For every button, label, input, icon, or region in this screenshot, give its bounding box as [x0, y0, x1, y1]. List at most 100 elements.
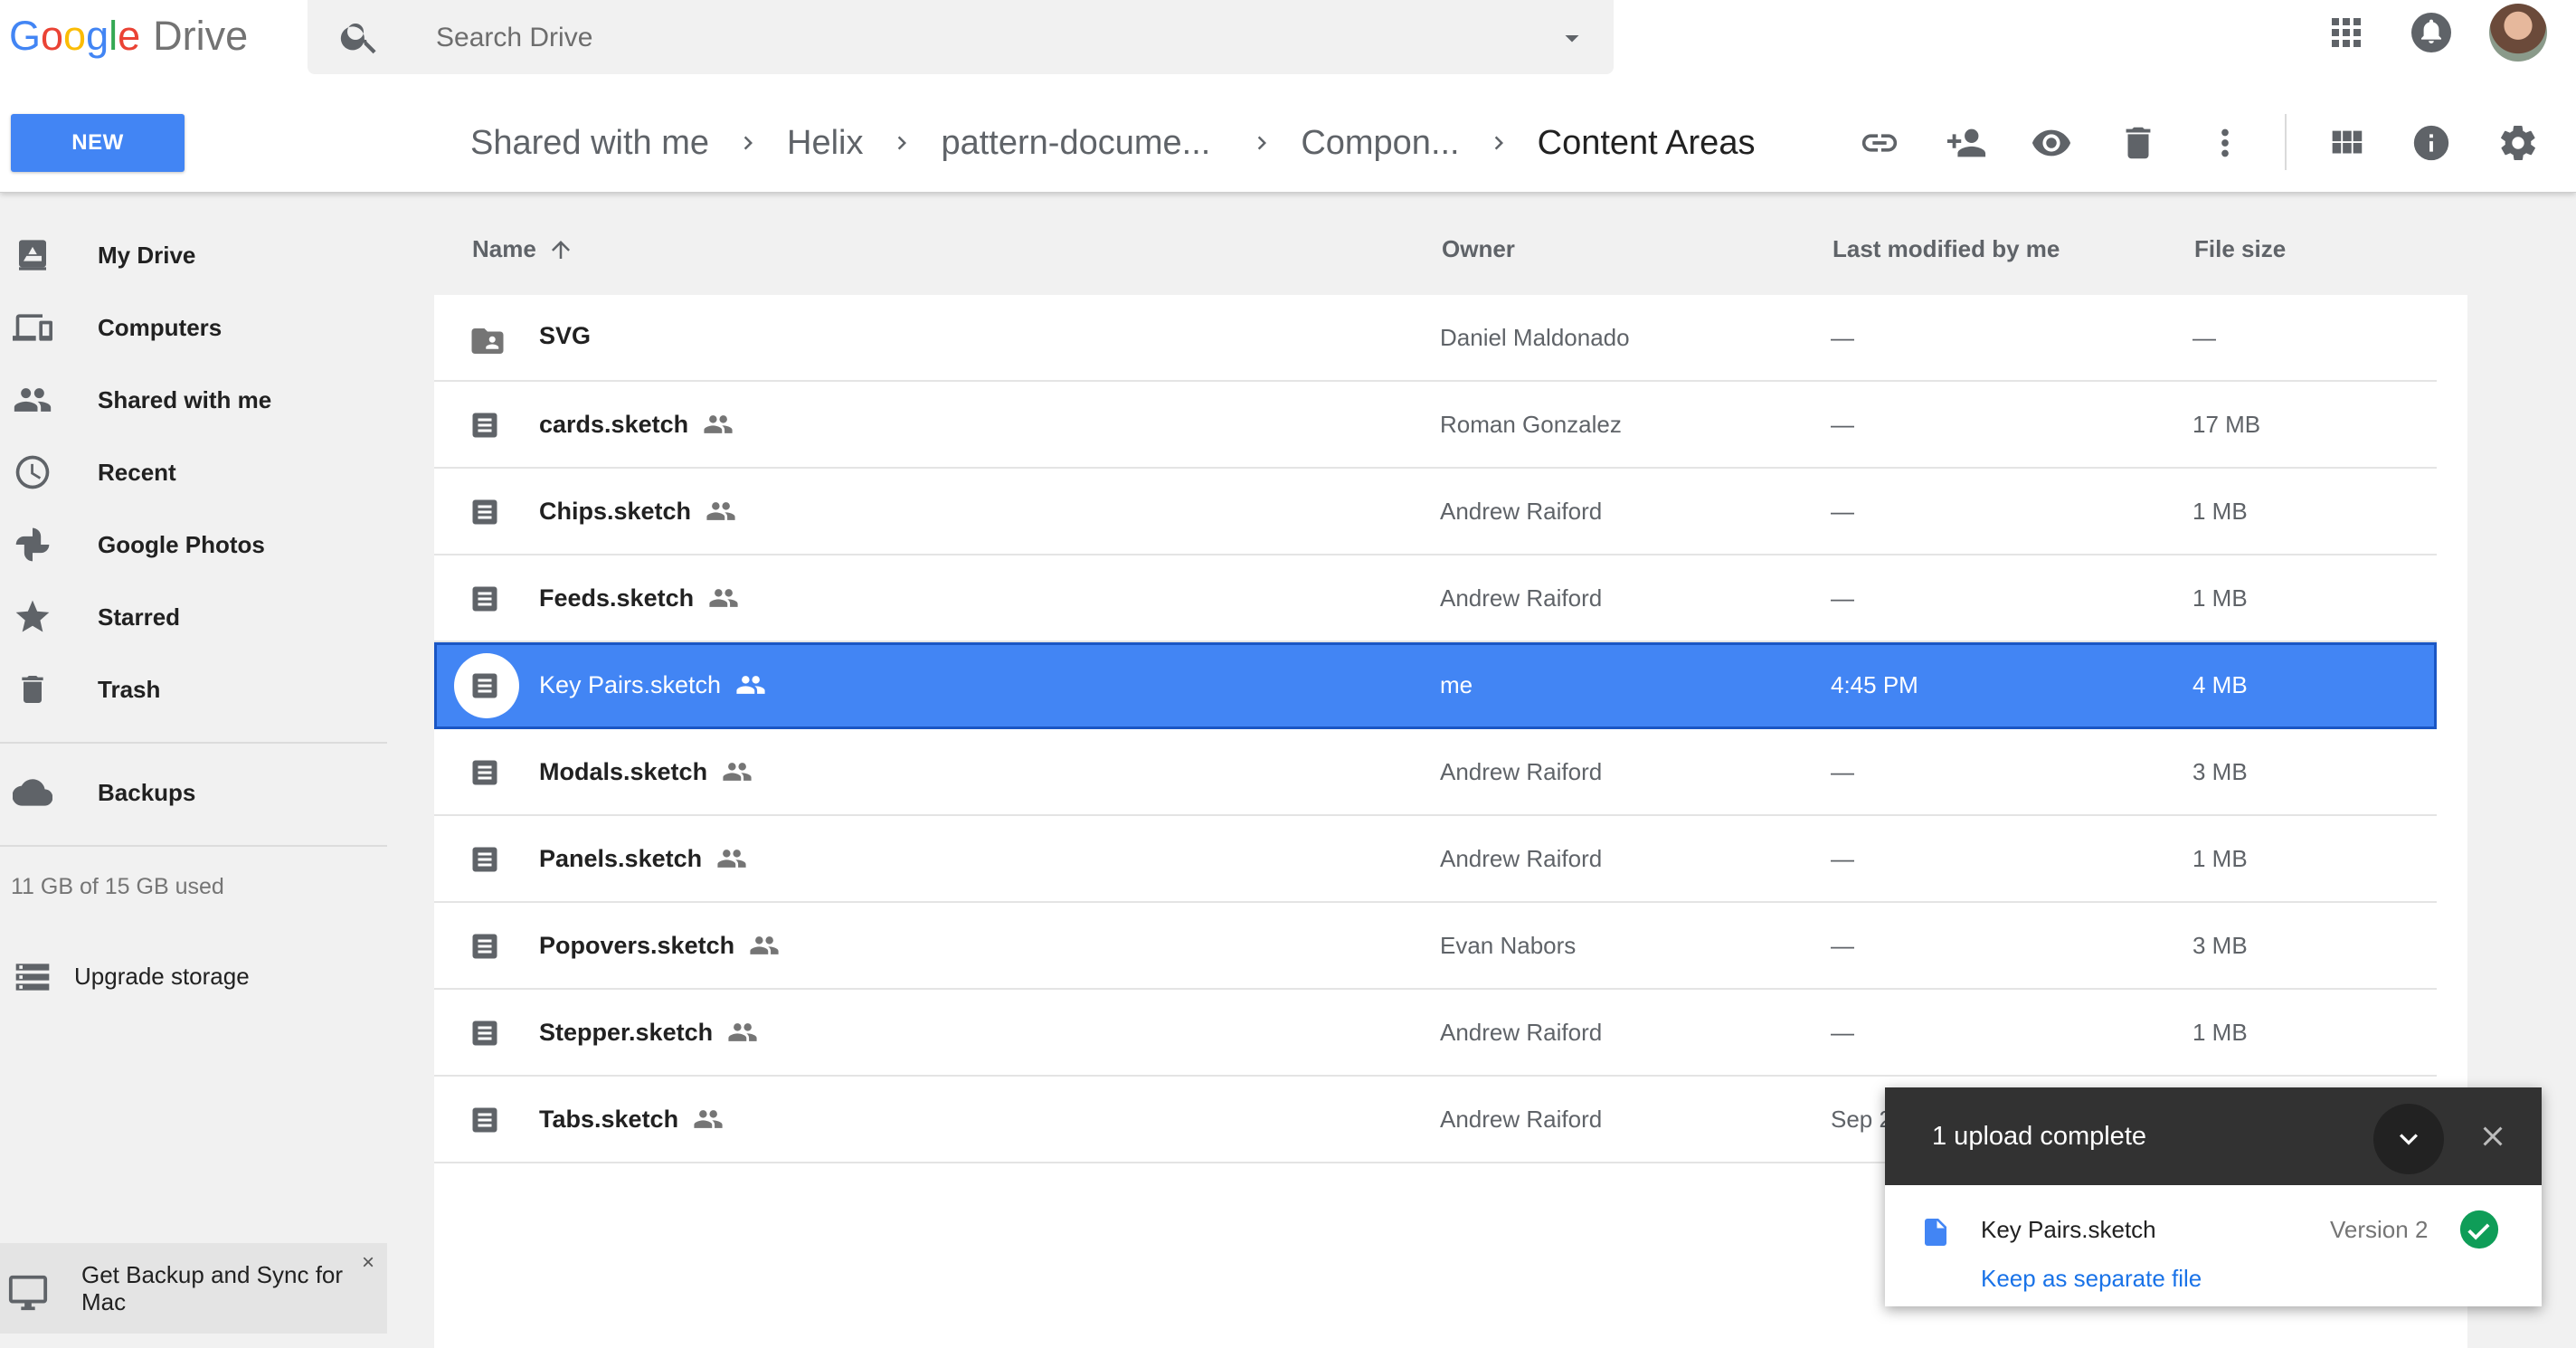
file-size: 3 MB: [2192, 758, 2248, 785]
chevron-right-icon: [1485, 129, 1512, 157]
shared-people-icon: [706, 496, 736, 527]
file-last-modified: —: [1831, 845, 1854, 872]
file-name-cell: Tabs.sketch: [539, 1104, 724, 1134]
file-row[interactable]: Stepper.sketch Andrew Raiford — 1 MB: [434, 990, 2437, 1077]
file-name-cell: Popovers.sketch: [539, 930, 780, 961]
upgrade-storage-link[interactable]: Upgrade storage: [0, 945, 389, 1010]
avatar[interactable]: [2489, 4, 2547, 62]
computers-icon: [13, 308, 52, 347]
file-row[interactable]: Panels.sketch Andrew Raiford — 1 MB: [434, 816, 2437, 903]
google-drive-logo[interactable]: Google Drive: [9, 9, 248, 63]
breadcrumb-item[interactable]: Shared with me: [470, 124, 709, 163]
pinwheel-icon: [13, 525, 52, 565]
upgrade-storage-label: Upgrade storage: [74, 963, 250, 990]
link-icon[interactable]: [1854, 118, 1905, 168]
sidebar-item-google-photos[interactable]: Google Photos: [0, 508, 389, 581]
shared-people-icon: [735, 669, 766, 700]
grid-view-icon[interactable]: [2321, 118, 2372, 168]
uploaded-file-name: Key Pairs.sketch: [1981, 1216, 2156, 1243]
check-circle-icon: [2458, 1209, 2500, 1250]
file-owner: Andrew Raiford: [1440, 584, 1603, 612]
info-icon[interactable]: [2406, 118, 2457, 168]
file-size: 4 MB: [2192, 671, 2248, 698]
sidebar-item-recent[interactable]: Recent: [0, 436, 389, 508]
add-person-icon[interactable]: [1941, 118, 1992, 168]
chevron-right-icon: [1248, 129, 1275, 157]
search-input[interactable]: [434, 16, 1433, 60]
file-size: 17 MB: [2192, 411, 2261, 438]
document-file-icon: [469, 1017, 501, 1049]
sidebar: My Drive Computers Shared with me Recent…: [0, 194, 389, 1348]
sidebar-item-label: Starred: [98, 603, 181, 631]
clock-icon: [13, 452, 52, 492]
file-size: 1 MB: [2192, 498, 2248, 525]
file-name: Key Pairs.sketch: [539, 670, 722, 698]
sidebar-item-computers[interactable]: Computers: [0, 291, 389, 364]
file-row[interactable]: Modals.sketch Andrew Raiford — 3 MB: [434, 729, 2437, 816]
column-owner[interactable]: Owner: [1442, 235, 1515, 263]
file-name: SVG: [539, 322, 592, 349]
file-name: Popovers.sketch: [539, 931, 735, 959]
new-button[interactable]: NEW: [11, 114, 185, 172]
column-file-size[interactable]: File size: [2194, 235, 2286, 263]
document-file-icon: [469, 669, 501, 702]
file-row[interactable]: cards.sketch Roman Gonzalez — 17 MB: [434, 382, 2437, 469]
chevron-down-icon[interactable]: [2373, 1104, 2444, 1174]
file-row[interactable]: Key Pairs.sketch me 4:45 PM 4 MB: [434, 642, 2437, 729]
storage-usage-text: 11 GB of 15 GB used: [11, 874, 224, 899]
notifications-bell-icon[interactable]: [2410, 11, 2453, 54]
breadcrumb-item[interactable]: pattern-docume...: [941, 124, 1210, 163]
backup-sync-promo[interactable]: Get Backup and Sync for Mac ×: [0, 1243, 387, 1334]
apps-grid-icon[interactable]: [2325, 11, 2368, 54]
star-icon: [13, 597, 52, 637]
breadcrumb-current[interactable]: Content Areas: [1538, 124, 1756, 163]
shared-people-icon: [703, 409, 734, 440]
column-last-modified[interactable]: Last modified by me: [1833, 235, 2060, 263]
file-row[interactable]: Popovers.sketch Evan Nabors — 3 MB: [434, 903, 2437, 990]
trash-icon: [13, 669, 52, 709]
trash-icon[interactable]: [2113, 118, 2164, 168]
file-owner: Andrew Raiford: [1440, 1106, 1603, 1133]
sidebar-item-trash[interactable]: Trash: [0, 653, 389, 726]
sidebar-item-label: Recent: [98, 458, 176, 486]
search-options-dropdown-icon[interactable]: [1556, 22, 1588, 54]
sidebar-item-shared-with-me[interactable]: Shared with me: [0, 364, 389, 436]
sort-ascending-arrow-icon[interactable]: [547, 236, 574, 263]
document-file-icon: [469, 756, 501, 789]
promo-text: Get Backup and Sync for Mac: [81, 1261, 344, 1315]
document-file-icon: [469, 583, 501, 615]
preview-eye-icon[interactable]: [2026, 118, 2077, 168]
close-icon[interactable]: [2473, 1116, 2513, 1156]
file-name-cell: SVG: [539, 322, 591, 350]
shared-people-icon: [722, 756, 753, 787]
column-name[interactable]: Name: [472, 235, 574, 263]
file-row[interactable]: Chips.sketch Andrew Raiford — 1 MB: [434, 469, 2437, 555]
document-file-icon: [469, 409, 501, 441]
sidebar-item-label: Trash: [98, 675, 161, 703]
shared-people-icon: [727, 1017, 758, 1048]
sidebar-item-starred[interactable]: Starred: [0, 581, 389, 653]
search-bar[interactable]: [308, 0, 1614, 74]
search-icon[interactable]: [338, 14, 382, 58]
upload-panel-title: 1 upload complete: [1932, 1122, 2146, 1151]
file-row[interactable]: SVG Daniel Maldonado — —: [434, 295, 2437, 382]
breadcrumb-item[interactable]: Helix: [787, 124, 863, 163]
keep-as-separate-file-link[interactable]: Keep as separate file: [1981, 1265, 2202, 1293]
file-row[interactable]: Feeds.sketch Andrew Raiford — 1 MB: [434, 555, 2437, 642]
file-name: Feeds.sketch: [539, 584, 695, 612]
file-name-cell: Stepper.sketch: [539, 1017, 758, 1048]
upload-version-label: Version 2: [2330, 1216, 2429, 1243]
promo-close-icon[interactable]: ×: [362, 1250, 374, 1276]
file-owner: Andrew Raiford: [1440, 845, 1603, 872]
more-vert-icon[interactable]: [2200, 118, 2250, 168]
file-name: Chips.sketch: [539, 497, 692, 525]
chevron-right-icon: [888, 129, 915, 157]
file-size: 1 MB: [2192, 845, 2248, 872]
file-name-cell: Modals.sketch: [539, 756, 753, 787]
document-file-icon: [1919, 1214, 1952, 1250]
sidebar-item-backups[interactable]: Backups: [0, 756, 389, 829]
breadcrumb-item[interactable]: Compon...: [1301, 124, 1459, 163]
file-name: Panels.sketch: [539, 844, 703, 872]
settings-gear-icon[interactable]: [2493, 118, 2543, 168]
sidebar-item-my-drive[interactable]: My Drive: [0, 219, 389, 291]
